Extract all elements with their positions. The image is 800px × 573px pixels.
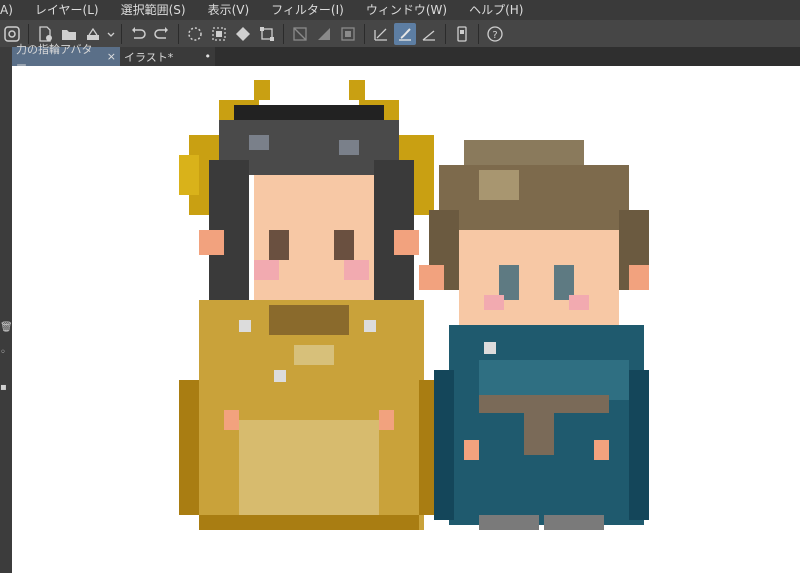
snap-off-icon[interactable] [289, 23, 311, 45]
hair-highlight [249, 135, 269, 150]
square-icon[interactable]: ▪ [0, 382, 11, 396]
toolbar-separator [478, 23, 479, 44]
ear [629, 265, 649, 290]
eye [269, 230, 289, 260]
clear-icon[interactable] [208, 23, 230, 45]
button [239, 320, 251, 332]
audio-icon[interactable]: ◦ [0, 347, 11, 361]
hair-highlight [479, 170, 519, 200]
menu-item[interactable]: レイヤー(L) [23, 0, 109, 20]
hand [594, 440, 609, 460]
menu-item[interactable]: フィルター(I) [259, 0, 354, 20]
toolbar-separator [364, 23, 365, 44]
hand [224, 410, 239, 430]
transform-icon[interactable] [256, 23, 278, 45]
boot [479, 515, 539, 530]
menu-bar: A) レイヤー(L) 選択範囲(S) 表示(V) フィルター(I) ウィンドウ(W) ヘルプ… [0, 0, 800, 20]
robe-detail [294, 345, 334, 365]
robe-front [239, 420, 379, 520]
eye [554, 265, 574, 300]
coat-detail [479, 360, 629, 400]
brush-snap-icon[interactable] [394, 22, 416, 45]
fill-icon[interactable] [232, 23, 254, 45]
boot [544, 515, 604, 530]
device-icon[interactable] [451, 23, 473, 45]
hand [379, 410, 394, 430]
hand [464, 440, 479, 460]
robe-hem [199, 515, 419, 530]
button [274, 370, 286, 382]
menu-item[interactable]: ウィンドウ(W) [354, 0, 457, 20]
tab-label: イラスト* [124, 50, 174, 64]
ear [419, 265, 444, 290]
ear [394, 230, 419, 255]
modified-dot-icon: • [204, 50, 212, 63]
toolbar-separator [283, 23, 284, 44]
coat-sleeve [434, 370, 454, 520]
tab-ring-avatar[interactable]: 力の指輪アバター × [12, 43, 120, 72]
eye [334, 230, 354, 260]
undo-icon[interactable] [127, 23, 149, 45]
svg-text:?: ? [492, 30, 497, 41]
ruler-snap-icon[interactable] [370, 23, 392, 45]
coat-sleeve [629, 370, 649, 520]
hair [439, 165, 629, 235]
crown-spike [254, 80, 270, 100]
document-tab-bar: 力の指輪アバター × イラスト* • [12, 43, 800, 72]
marching-ants-icon[interactable] [184, 23, 206, 45]
eye [499, 265, 519, 300]
snap-grid-icon[interactable] [337, 23, 359, 45]
face [459, 230, 619, 330]
blush [484, 295, 504, 310]
toolbar-separator [121, 23, 122, 44]
robe-sleeve [179, 380, 199, 515]
crown-side [179, 155, 199, 195]
toolbar: ? [0, 20, 800, 47]
perspective-snap-icon[interactable] [418, 23, 440, 45]
pixel-art-characters [179, 80, 649, 530]
hair-highlight [339, 140, 359, 155]
chevron-down-icon[interactable] [106, 23, 116, 45]
toolbar-separator [445, 23, 446, 44]
blush [569, 295, 589, 310]
snap-special-icon[interactable] [313, 23, 335, 45]
crown-spike [349, 80, 365, 100]
tab-illust[interactable]: イラスト* • [120, 47, 215, 66]
redo-icon[interactable] [151, 23, 173, 45]
trash-icon[interactable]: 🗑 [0, 322, 13, 336]
close-icon[interactable]: × [107, 50, 116, 63]
help-icon[interactable]: ? [484, 23, 506, 45]
menu-item[interactable]: A) [0, 0, 23, 20]
blush [254, 260, 279, 280]
button [364, 320, 376, 332]
toolbar-separator [178, 23, 179, 44]
blush [344, 260, 369, 280]
menu-item[interactable]: ヘルプ(H) [457, 0, 533, 20]
menu-item[interactable]: 表示(V) [196, 0, 260, 20]
button [484, 342, 496, 354]
ear [199, 230, 224, 255]
robe-collar [269, 305, 349, 335]
menu-item[interactable]: 選択範囲(S) [109, 0, 196, 20]
belt-knot [524, 395, 554, 455]
left-panel-strip: 🗑 ◦ ▪ [0, 47, 13, 573]
